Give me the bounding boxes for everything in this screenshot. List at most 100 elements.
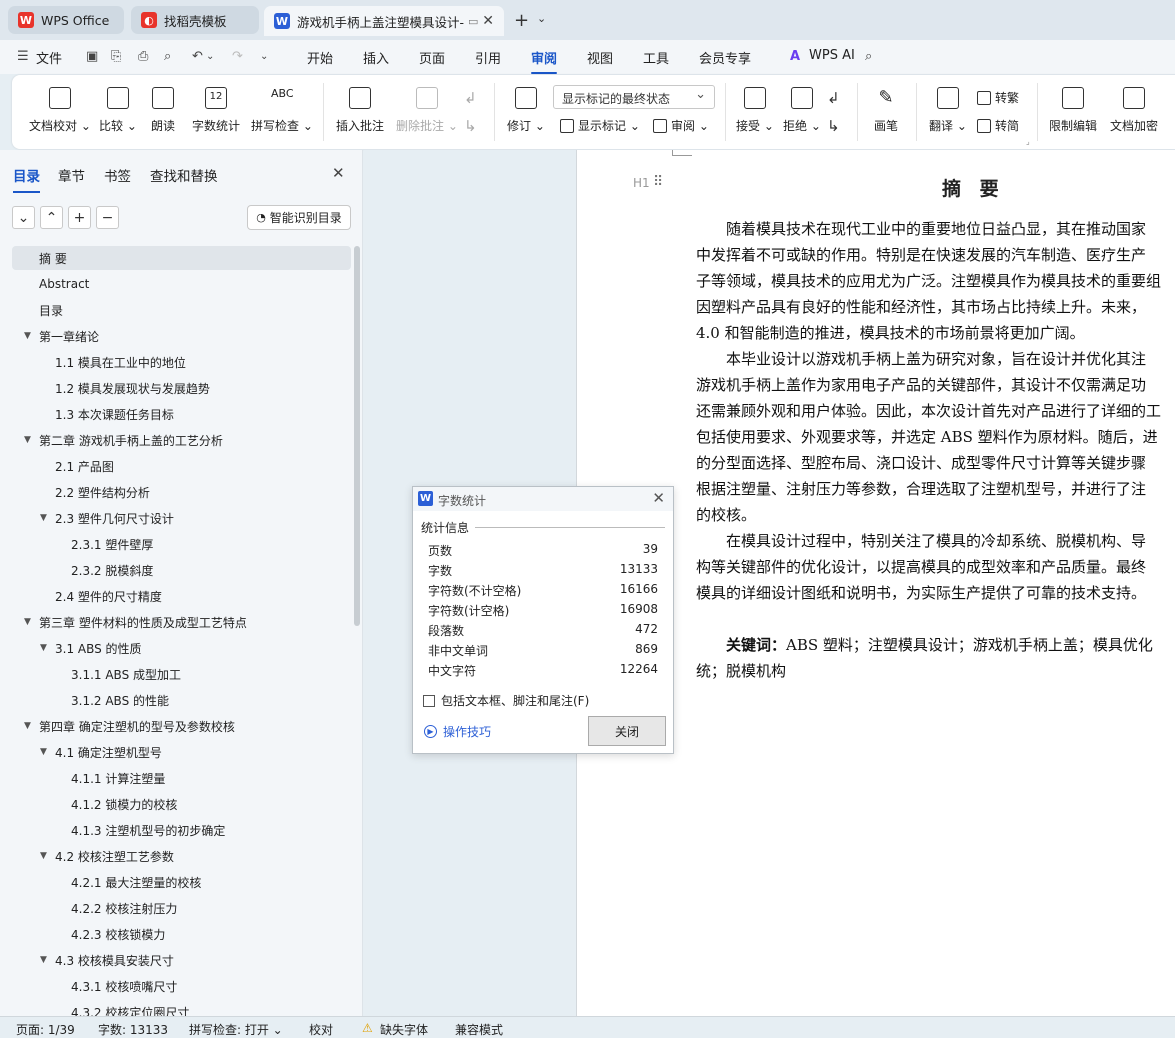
menu-review[interactable]: 审阅 bbox=[531, 48, 558, 74]
encrypt-document-button[interactable]: 文档加密 bbox=[1110, 75, 1158, 134]
show-markup-button[interactable]: 显示标记 ⌄ bbox=[560, 117, 640, 134]
print-icon[interactable]: ⎙ bbox=[138, 49, 148, 64]
dialog-titlebar[interactable]: W 字数统计 ✕ bbox=[413, 487, 673, 511]
undo-icon[interactable]: ↶ bbox=[192, 49, 203, 64]
menu-file[interactable]: 文件 bbox=[36, 48, 62, 67]
toc-item[interactable]: 4.3.1 校核喷嘴尺寸 bbox=[12, 974, 351, 998]
add-heading-button[interactable]: + bbox=[68, 206, 91, 229]
toc-item[interactable]: 4.2.1 最大注塑量的校核 bbox=[12, 870, 351, 894]
revision-state-select[interactable]: 显示标记的最终状态 bbox=[553, 85, 715, 109]
checkbox-box[interactable] bbox=[423, 694, 435, 707]
toc-item[interactable]: 2.4 塑件的尺寸精度 bbox=[12, 584, 351, 608]
toc-item[interactable]: 3.1.2 ABS 的性能 bbox=[12, 688, 351, 712]
insert-comment-button[interactable]: 插入批注 bbox=[336, 75, 384, 134]
toc-item[interactable]: 4.1.2 锁模力的校核 bbox=[12, 792, 351, 816]
toc-item[interactable]: ▼ 2.3 塑件几何尺寸设计 bbox=[12, 506, 351, 530]
tab-sections[interactable]: 章节 bbox=[58, 165, 85, 185]
chevron-down-icon[interactable]: ⌄ bbox=[537, 12, 546, 25]
word-count-button[interactable]: 12 字数统计 bbox=[192, 75, 240, 134]
next-change-icon[interactable]: ↳ bbox=[827, 117, 840, 135]
menu-home[interactable]: 开始 bbox=[307, 48, 333, 67]
tab-wps-office[interactable]: W WPS Office bbox=[8, 6, 124, 34]
expand-arrow-icon[interactable]: ▼ bbox=[40, 851, 52, 861]
toc-item[interactable]: ▼ 4.2 校核注塑工艺参数 bbox=[12, 844, 351, 868]
expand-arrow-icon[interactable]: ▼ bbox=[40, 747, 52, 757]
menu-page[interactable]: 页面 bbox=[419, 48, 445, 67]
toc-item[interactable]: ▼ 4.1 确定注塑机型号 bbox=[12, 740, 351, 764]
chevron-down-icon[interactable]: ⌄ bbox=[206, 51, 214, 62]
new-tab-icon[interactable]: + bbox=[514, 10, 529, 31]
menu-wps-ai[interactable]: WPS AI bbox=[809, 48, 855, 63]
redo-icon[interactable]: ↷ bbox=[232, 49, 243, 64]
expand-arrow-icon[interactable]: ▼ bbox=[40, 955, 52, 965]
close-tab-icon[interactable]: ✕ bbox=[482, 13, 494, 29]
expand-arrow-icon[interactable]: ▼ bbox=[40, 643, 52, 653]
tab-find-replace[interactable]: 查找和替换 bbox=[150, 165, 218, 185]
drag-handle-icon[interactable]: ⠿ bbox=[653, 174, 663, 190]
reject-button[interactable]: 拒绝 ⌄ bbox=[783, 75, 821, 134]
to-simplified-button[interactable]: 转简 bbox=[977, 117, 1019, 134]
toc-item[interactable]: 1.1 模具在工业中的地位 bbox=[12, 350, 351, 374]
tab-document[interactable]: W 游戏机手柄上盖注塑模具设计- ▭ ✕ bbox=[264, 6, 504, 36]
print-preview-icon[interactable]: ⌕ bbox=[164, 49, 171, 64]
expand-arrow-icon[interactable]: ▼ bbox=[24, 435, 36, 445]
expand-arrow-icon[interactable]: ▼ bbox=[24, 331, 36, 341]
remove-heading-button[interactable]: − bbox=[96, 206, 119, 229]
close-pane-icon[interactable]: ✕ bbox=[332, 164, 345, 182]
restrict-editing-button[interactable]: 限制编辑 bbox=[1049, 75, 1097, 134]
toc-item[interactable]: 4.1.1 计算注塑量 bbox=[12, 766, 351, 790]
page-indicator[interactable]: 页面: 1/39 bbox=[16, 1021, 75, 1038]
accept-button[interactable]: 接受 ⌄ bbox=[736, 75, 774, 134]
toc-item[interactable]: 1.3 本次课题任务目标 bbox=[12, 402, 351, 426]
smart-toc-button[interactable]: ◔ 智能识别目录 bbox=[247, 205, 351, 230]
next-comment-icon[interactable]: ↳ bbox=[464, 117, 477, 135]
missing-font-indicator[interactable]: 缺失字体 bbox=[380, 1021, 428, 1038]
toc-item[interactable]: 4.2.3 校核锁模力 bbox=[12, 922, 351, 946]
hamburger-icon[interactable]: ☰ bbox=[17, 49, 29, 64]
close-icon[interactable]: ✕ bbox=[652, 489, 665, 507]
menu-references[interactable]: 引用 bbox=[475, 48, 501, 67]
toc-item[interactable]: 4.1.3 注塑机型号的初步确定 bbox=[12, 818, 351, 842]
tab-bookmarks[interactable]: 书签 bbox=[104, 165, 131, 185]
proofread-indicator[interactable]: 校对 bbox=[309, 1021, 333, 1038]
toc-item[interactable]: 2.1 产品图 bbox=[12, 454, 351, 478]
toc-item[interactable]: 4.3.2 校核定位圈尺寸 bbox=[12, 1000, 351, 1017]
toc-item[interactable]: Abstract bbox=[12, 272, 351, 296]
spell-check-button[interactable]: ABC 拼写检查 ⌄ bbox=[251, 75, 313, 134]
include-textbox-checkbox[interactable]: 包括文本框、脚注和尾注(F) bbox=[423, 692, 589, 709]
read-aloud-button[interactable]: 朗读 bbox=[151, 75, 175, 134]
chevron-down-icon[interactable]: ⌄ bbox=[260, 51, 268, 62]
toc-item[interactable]: 2.3.2 脱模斜度 bbox=[12, 558, 351, 582]
toc-item[interactable]: 4.2.2 校核注射压力 bbox=[12, 896, 351, 920]
toc-item[interactable]: 2.3.1 塑件壁厚 bbox=[12, 532, 351, 556]
toc-item[interactable]: ▼ 第一章绪论 bbox=[12, 324, 351, 348]
toc-item[interactable]: ▼ 4.3 校核模具安装尺寸 bbox=[12, 948, 351, 972]
previous-change-icon[interactable]: ↲ bbox=[827, 89, 840, 107]
toc-item[interactable]: 2.2 塑件结构分析 bbox=[12, 480, 351, 504]
expand-arrow-icon[interactable]: ▼ bbox=[40, 513, 52, 523]
proofread-button[interactable]: 文档校对 ⌄ bbox=[29, 75, 91, 134]
expand-up-button[interactable]: ⌃ bbox=[40, 206, 63, 229]
menu-view[interactable]: 视图 bbox=[587, 48, 613, 67]
compare-button[interactable]: 比较 ⌄ bbox=[99, 75, 137, 134]
menu-insert[interactable]: 插入 bbox=[363, 48, 389, 67]
toc-item[interactable]: 3.1.1 ABS 成型加工 bbox=[12, 662, 351, 686]
toc-item[interactable]: 目录 bbox=[12, 298, 351, 322]
toc-item[interactable]: 1.2 模具发展现状与发展趋势 bbox=[12, 376, 351, 400]
menu-member[interactable]: 会员专享 bbox=[699, 48, 751, 67]
word-count-indicator[interactable]: 字数: 13133 bbox=[98, 1021, 168, 1038]
export-icon[interactable]: ⎘ bbox=[111, 49, 121, 64]
previous-comment-icon[interactable]: ↲ bbox=[464, 89, 477, 107]
save-icon[interactable]: ▣ bbox=[86, 49, 98, 64]
toc-item[interactable]: ▼ 第三章 塑件材料的性质及成型工艺特点 bbox=[12, 610, 351, 634]
track-changes-button[interactable]: 修订 ⌄ bbox=[507, 75, 545, 134]
tips-link[interactable]: ▶ 操作技巧 bbox=[424, 723, 491, 740]
spell-check-indicator[interactable]: 拼写检查: 打开 ⌄ bbox=[189, 1021, 283, 1038]
toc-item[interactable]: ▼ 3.1 ABS 的性质 bbox=[12, 636, 351, 660]
close-dialog-button[interactable]: 关闭 bbox=[588, 716, 666, 746]
expand-arrow-icon[interactable]: ▼ bbox=[24, 721, 36, 731]
toc-item[interactable]: 摘 要 bbox=[12, 246, 351, 270]
toc-scrollbar[interactable] bbox=[354, 246, 360, 626]
expand-arrow-icon[interactable]: ▼ bbox=[24, 617, 36, 627]
to-traditional-button[interactable]: 转繁 bbox=[977, 89, 1019, 106]
